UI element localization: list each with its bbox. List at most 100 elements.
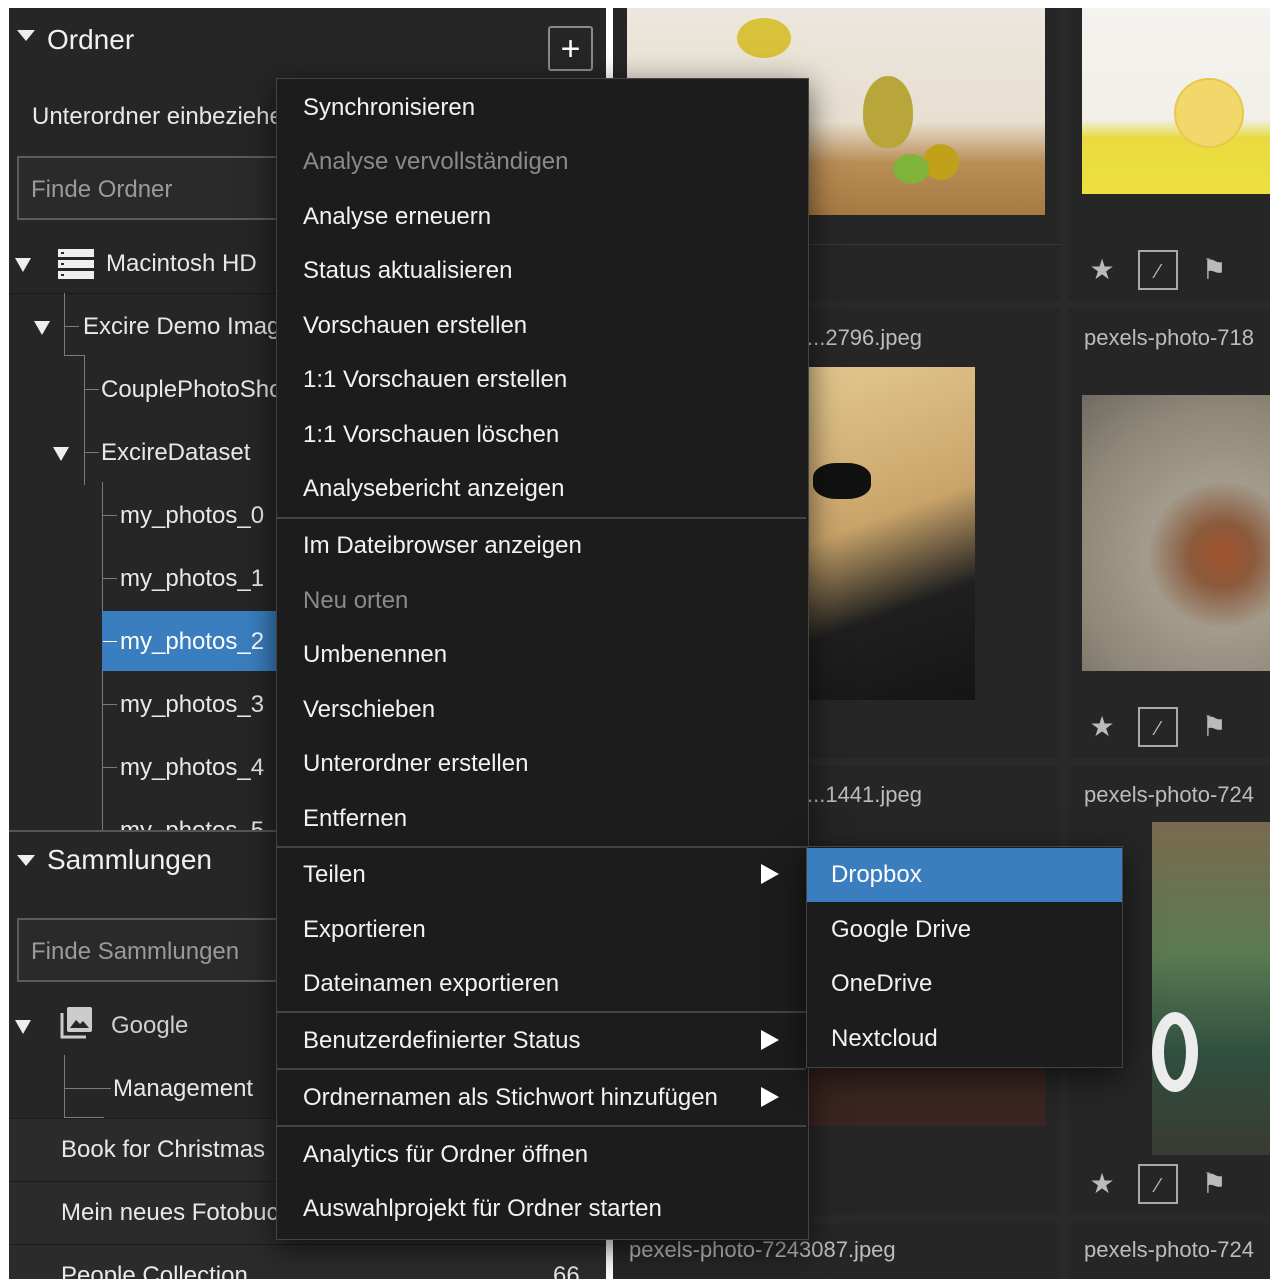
menu-item-analyse-vervollstaendigen: Analyse vervollständigen	[277, 135, 806, 189]
thumbnail-image[interactable]	[807, 367, 975, 700]
menu-separator	[277, 1125, 806, 1127]
menu-item-label: Exportieren	[303, 916, 426, 943]
expand-triangle-icon[interactable]	[15, 1020, 31, 1034]
menu-item-umbenennen[interactable]: Umbenennen	[277, 628, 806, 682]
submenu-item-label: Dropbox	[831, 861, 922, 888]
collection-row[interactable]: People Collection 66	[9, 1244, 606, 1279]
menu-item-label: Dateinamen exportieren	[303, 970, 560, 997]
menu-item-label: 1:1 Vorschauen löschen	[303, 421, 560, 448]
submenu-item-label: OneDrive	[831, 970, 933, 997]
menu-item-analyse-erneuern[interactable]: Analyse erneuern	[277, 190, 806, 244]
menu-item-label: Synchronisieren	[303, 94, 476, 121]
label-off-icon[interactable]: ⁄	[1138, 250, 1178, 290]
file-name: pexels-photo-7243087.jpeg	[629, 1237, 896, 1262]
file-name: ...2796.jpeg	[807, 325, 922, 350]
submenu-arrow-icon	[761, 1087, 779, 1107]
menu-item-dateinamen-exportieren[interactable]: Dateinamen exportieren	[277, 957, 806, 1011]
menu-item-label: Im Dateibrowser anzeigen	[303, 532, 582, 559]
thumbnail-cell[interactable]: pexels-photo-724	[1068, 1223, 1270, 1279]
folder-label: my_photos_1	[120, 565, 265, 592]
thumbnail-image[interactable]	[1152, 822, 1270, 1155]
thumbnail-cell[interactable]: ★ ⁄ ⚑	[1068, 8, 1270, 301]
menu-item-benutzerdefinierter-status[interactable]: Benutzerdefinierter Status	[277, 1014, 806, 1068]
submenu-item-google-drive[interactable]: Google Drive	[807, 903, 1122, 957]
folder-label-demo: Excire Demo Images	[83, 313, 306, 340]
menu-item-teilen[interactable]: Teilen	[277, 848, 806, 902]
star-off-icon[interactable]: ★	[1082, 250, 1122, 290]
menu-item-label: Teilen	[303, 861, 366, 888]
menu-item-vorschauen-erstellen[interactable]: Vorschauen erstellen	[277, 299, 806, 353]
menu-item-label: Status aktualisieren	[303, 257, 513, 284]
menu-item-analytics-fuer-ordner[interactable]: Analytics für Ordner öffnen	[277, 1128, 806, 1182]
expand-triangle-icon[interactable]	[53, 447, 69, 461]
collapse-triangle-icon[interactable]	[17, 855, 35, 866]
file-name: pexels-photo-724	[1084, 782, 1255, 807]
folder-label: my_photos_3	[120, 691, 265, 718]
menu-item-label: Ordnernamen als Stichwort hinzufügen	[303, 1084, 718, 1111]
menu-item-unterordner-erstellen[interactable]: Unterordner erstellen	[277, 737, 806, 791]
submenu-item-nextcloud[interactable]: Nextcloud	[807, 1012, 1122, 1066]
label-off-icon[interactable]: ⁄	[1138, 707, 1178, 747]
submenu-item-onedrive[interactable]: OneDrive	[807, 957, 1122, 1011]
collapse-triangle-icon[interactable]	[17, 30, 35, 41]
menu-item-label: Benutzerdefinierter Status	[303, 1027, 581, 1054]
collection-label: People Collection	[61, 1262, 248, 1279]
flag-off-icon[interactable]: ⚑	[1194, 707, 1234, 747]
menu-item-verschieben[interactable]: Verschieben	[277, 683, 806, 737]
submenu-item-dropbox[interactable]: Dropbox	[807, 848, 1122, 902]
flag-off-icon[interactable]: ⚑	[1194, 1164, 1234, 1204]
menu-item-ordnernamen-als-stichwort[interactable]: Ordnernamen als Stichwort hinzufügen	[277, 1071, 806, 1125]
star-off-icon[interactable]: ★	[1082, 1164, 1122, 1204]
folder-label: my_photos_5	[120, 817, 264, 830]
menu-item-im-dateibrowser-anzeigen[interactable]: Im Dateibrowser anzeigen	[277, 519, 806, 573]
collection-label: Mein neues Fotobuch	[61, 1199, 292, 1226]
menu-item-neu-orten: Neu orten	[277, 574, 806, 628]
label-off-icon[interactable]: ⁄	[1138, 1164, 1178, 1204]
menu-item-1-1-vorschauen-loeschen[interactable]: 1:1 Vorschauen löschen	[277, 408, 806, 462]
thumbnail-image[interactable]	[1082, 395, 1270, 671]
menu-item-label: Vorschauen erstellen	[303, 312, 528, 339]
star-off-icon[interactable]: ★	[1082, 707, 1122, 747]
menu-item-1-1-vorschauen-erstellen[interactable]: 1:1 Vorschauen erstellen	[277, 353, 806, 407]
ordner-section-header[interactable]: Ordner +	[9, 8, 606, 71]
drive-label: Macintosh HD	[106, 250, 257, 277]
folder-label: my_photos_0	[120, 502, 265, 529]
expand-triangle-icon[interactable]	[15, 258, 31, 272]
thumbnail-cell[interactable]: pexels-photo-718 ★ ⁄ ⚑	[1068, 309, 1270, 758]
menu-item-label: Analysebericht anzeigen	[303, 475, 565, 502]
thumbnail-image[interactable]	[1082, 8, 1270, 194]
file-name: pexels-photo-724	[1084, 1237, 1255, 1262]
collection-group-google: Google	[111, 1012, 189, 1039]
menu-item-auswahlprojekt-starten[interactable]: Auswahlprojekt für Ordner starten	[277, 1182, 806, 1236]
menu-item-label: Neu orten	[303, 587, 409, 614]
collection-label: Book for Christmas	[61, 1136, 266, 1163]
menu-item-synchronisieren[interactable]: Synchronisieren	[277, 81, 806, 135]
collection-label: Management	[113, 1075, 254, 1102]
collection-count: 66	[553, 1262, 580, 1279]
menu-item-analysebericht-anzeigen[interactable]: Analysebericht anzeigen	[277, 462, 806, 516]
photo-collection-icon	[58, 1005, 94, 1041]
file-name: pexels-photo-718	[1084, 325, 1255, 350]
include-subfolders-label[interactable]: Unterordner einbeziehen	[32, 103, 296, 131]
submenu-arrow-icon	[761, 1030, 779, 1050]
submenu-arrow-icon	[761, 864, 779, 884]
rating-icons: ★ ⁄ ⚑	[1082, 250, 1270, 296]
flag-off-icon[interactable]: ⚑	[1194, 250, 1234, 290]
folder-label-couple: CouplePhotoShoot	[101, 376, 303, 403]
menu-separator	[277, 1068, 806, 1070]
drive-icon	[58, 249, 94, 279]
add-folder-button[interactable]: +	[548, 26, 593, 71]
menu-item-entfernen[interactable]: Entfernen	[277, 792, 806, 846]
expand-triangle-icon[interactable]	[34, 321, 50, 335]
menu-separator	[277, 1011, 806, 1013]
menu-item-exportieren[interactable]: Exportieren	[277, 903, 806, 957]
menu-item-label: Verschieben	[303, 696, 436, 723]
sammlungen-title: Sammlungen	[47, 844, 212, 875]
share-submenu: Dropbox Google Drive OneDrive Nextcloud	[806, 846, 1123, 1068]
menu-item-label: Auswahlprojekt für Ordner starten	[303, 1195, 662, 1222]
menu-item-status-aktualisieren[interactable]: Status aktualisieren	[277, 244, 806, 298]
folder-context-menu: Synchronisieren Analyse vervollständigen…	[276, 78, 809, 1240]
folder-label: my_photos_4	[120, 754, 265, 781]
file-name: ...1441.jpeg	[807, 782, 922, 807]
submenu-item-label: Nextcloud	[831, 1025, 938, 1052]
